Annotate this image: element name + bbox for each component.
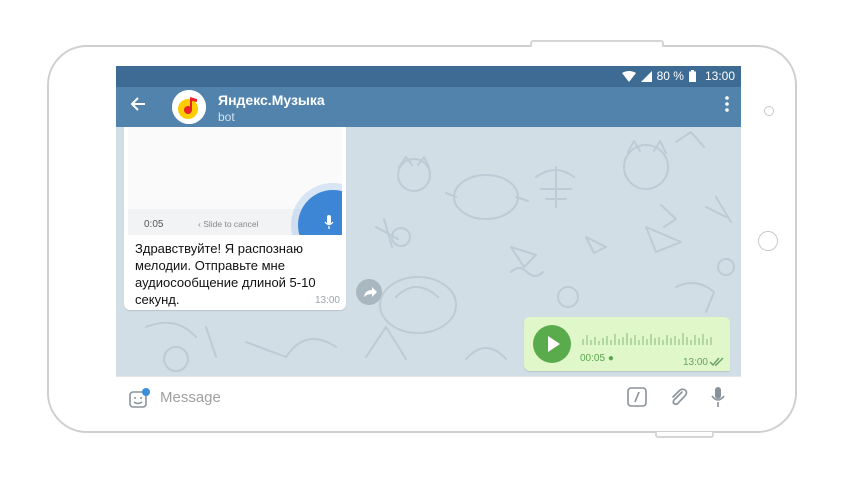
phone-earpiece	[764, 106, 774, 116]
chat-header: Яндекс.Музыка bot	[116, 87, 741, 127]
recording-time: 0:05	[144, 219, 164, 230]
incoming-message[interactable]: 0:05 ‹ Slide to cancel Здравствуйте! Я р…	[124, 127, 346, 310]
message-time: 13:00	[314, 295, 340, 306]
status-time: 13:00	[704, 69, 735, 83]
voice-recording-preview: 0:05 ‹ Slide to cancel	[128, 127, 342, 235]
more-vertical-icon[interactable]	[725, 96, 729, 115]
chat-title: Яндекс.Музыка	[218, 92, 325, 108]
slide-to-cancel-label: Slide to cancel	[203, 219, 259, 229]
unread-dot-icon: ●	[607, 353, 614, 364]
chat-subtitle: bot	[218, 110, 235, 124]
phone-home-button[interactable]	[758, 231, 778, 251]
yandex-music-logo-icon	[172, 90, 206, 124]
battery-icon	[688, 70, 696, 82]
battery-percent: 80 %	[656, 69, 684, 83]
slide-to-cancel: ‹ Slide to cancel	[198, 219, 259, 229]
phone-side-button	[655, 432, 714, 438]
voice-duration-value: 00:05	[580, 353, 606, 364]
double-check-icon	[709, 357, 724, 367]
message-time: 13:00	[682, 357, 708, 368]
play-button[interactable]	[533, 325, 571, 363]
message-text: Здравствуйте! Я распознаю мелодии. Отпра…	[135, 241, 316, 307]
phone-side-button	[530, 40, 664, 47]
sticker-emoji-icon[interactable]	[129, 387, 151, 414]
microphone-icon[interactable]	[711, 386, 725, 413]
message-list[interactable]: 0:05 ‹ Slide to cancel Здравствуйте! Я р…	[116, 127, 741, 376]
attach-icon[interactable]	[667, 386, 689, 413]
waveform-icon	[582, 333, 712, 345]
arrow-left-icon[interactable]	[130, 95, 146, 117]
message-input-bar	[116, 376, 741, 416]
microphone-icon	[324, 215, 334, 229]
status-bar: 80 % 13:00	[116, 66, 741, 87]
play-icon	[548, 336, 560, 352]
share-button[interactable]	[356, 279, 382, 305]
signal-icon	[640, 70, 652, 82]
bot-command-icon[interactable]	[627, 387, 647, 412]
outgoing-voice-message[interactable]: 00:05 ● 13:00	[524, 317, 730, 371]
wifi-icon	[621, 70, 636, 82]
voice-duration: 00:05 ●	[580, 353, 614, 364]
share-icon	[364, 287, 377, 297]
message-input[interactable]	[160, 385, 580, 409]
telegram-screen: 80 % 13:00 Яндекс.Музыка bot 0:05 ‹ Slid…	[116, 66, 741, 416]
avatar[interactable]	[172, 90, 206, 124]
